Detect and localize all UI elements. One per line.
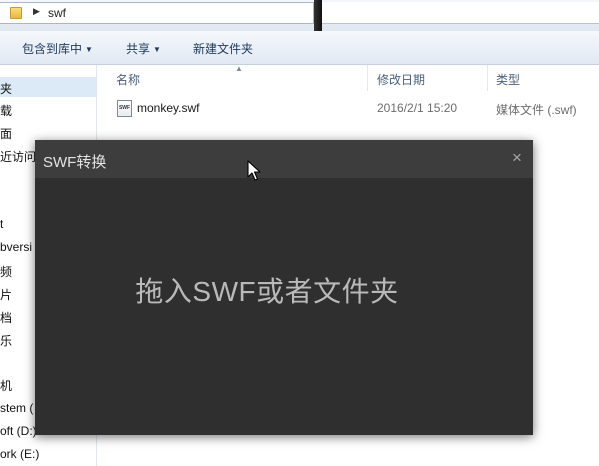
- nav-item-drive-d[interactable]: oft (D:): [0, 424, 37, 438]
- window-edge: [314, 0, 322, 31]
- nav-item-downloads[interactable]: 载: [0, 102, 12, 119]
- cursor-arrow-icon: [247, 160, 261, 181]
- nav-item-desktop[interactable]: 面: [0, 125, 12, 142]
- nav-item-documents[interactable]: 档: [0, 309, 12, 326]
- nav-item-drive-system[interactable]: stem (: [0, 401, 33, 415]
- address-bar[interactable]: ▶ swf: [0, 2, 314, 24]
- include-in-library-button[interactable]: 包含到库中 ▼: [22, 40, 93, 57]
- nav-item-pictures[interactable]: 片: [0, 286, 12, 303]
- new-folder-label: 新建文件夹: [193, 42, 254, 56]
- sort-ascending-icon: ▲: [235, 64, 243, 73]
- folder-icon: [10, 7, 22, 19]
- nav-item-library-1[interactable]: t: [0, 217, 3, 231]
- share-button[interactable]: 共享 ▼: [126, 40, 161, 57]
- nav-item-favorites[interactable]: 夹: [0, 77, 96, 97]
- chevron-right-icon[interactable]: ▶: [33, 6, 40, 17]
- address-bar-extension: [322, 2, 599, 24]
- command-toolbar: 包含到库中 ▼ 共享 ▼ 新建文件夹: [0, 31, 599, 65]
- nav-item-drive-e[interactable]: ork (E:): [0, 447, 39, 461]
- drop-instruction: 拖入SWF或者文件夹: [135, 276, 399, 307]
- column-header-modified[interactable]: 修改日期: [377, 71, 425, 88]
- nav-item-videos[interactable]: 频: [0, 263, 12, 280]
- drop-zone[interactable]: 拖入SWF或者文件夹: [35, 178, 533, 435]
- dialog-title-bar[interactable]: SWF转换 ×: [35, 140, 533, 178]
- file-name[interactable]: monkey.swf: [137, 101, 199, 115]
- chevron-down-icon: ▼: [153, 45, 161, 54]
- nav-item-computer[interactable]: 机: [0, 377, 12, 394]
- share-label: 共享: [126, 42, 151, 56]
- address-path[interactable]: swf: [48, 6, 66, 20]
- include-in-library-label: 包含到库中: [22, 42, 83, 56]
- column-header-name[interactable]: 名称: [116, 71, 140, 88]
- nav-item-recent[interactable]: 近访问: [0, 148, 36, 165]
- column-header-type[interactable]: 类型: [496, 71, 520, 88]
- file-modified: 2016/2/1 15:20: [377, 101, 458, 115]
- explorer-title-strip: ▶ swf: [0, 0, 599, 31]
- nav-item-subversion[interactable]: bversi: [0, 240, 32, 254]
- new-folder-button[interactable]: 新建文件夹: [193, 40, 253, 57]
- column-divider[interactable]: [487, 65, 488, 91]
- chevron-down-icon: ▼: [85, 45, 93, 54]
- close-icon[interactable]: ×: [508, 148, 526, 168]
- file-type: 媒体文件 (.swf): [496, 103, 577, 117]
- dialog-title: SWF转换: [43, 154, 107, 171]
- swf-file-icon: SWF: [117, 100, 132, 117]
- column-divider[interactable]: [367, 65, 368, 91]
- nav-item-music[interactable]: 乐: [0, 332, 12, 349]
- swf-convert-dialog: SWF转换 × 拖入SWF或者文件夹: [35, 140, 533, 435]
